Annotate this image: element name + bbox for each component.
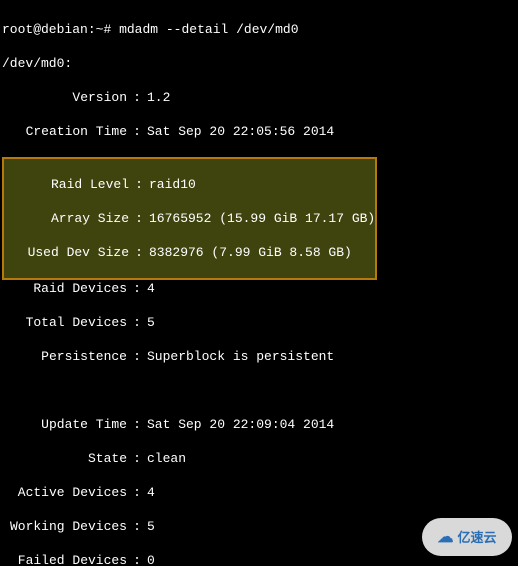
field-active-devices: Active Devices:4	[2, 484, 516, 501]
field-update-time: Update Time:Sat Sep 20 22:09:04 2014	[2, 416, 516, 433]
terminal-output[interactable]: root@debian:~# mdadm --detail /dev/md0 /…	[0, 0, 518, 566]
field-raid-devices: Raid Devices:4	[2, 280, 516, 297]
field-failed-devices: Failed Devices:0	[2, 552, 516, 566]
blank-line	[2, 382, 516, 399]
field-version: Version:1.2	[2, 89, 516, 106]
field-working-devices: Working Devices:5	[2, 518, 516, 535]
field-state: State:clean	[2, 450, 516, 467]
field-used-dev-size: Used Dev Size:8382976 (7.99 GiB 8.58 GB)	[4, 244, 375, 261]
prompt-user-host: root@debian:~#	[2, 22, 111, 37]
device-header: /dev/md0:	[2, 55, 516, 72]
prompt-line: root@debian:~# mdadm --detail /dev/md0	[2, 21, 516, 38]
field-array-size: Array Size:16765952 (15.99 GiB 17.17 GB)	[4, 210, 375, 227]
field-creation-time: Creation Time:Sat Sep 20 22:05:56 2014	[2, 123, 516, 140]
field-total-devices: Total Devices:5	[2, 314, 516, 331]
command-text: mdadm --detail /dev/md0	[119, 22, 298, 37]
raid-highlight-box: Raid Level:raid10 Array Size:16765952 (1…	[2, 157, 377, 280]
field-raid-level: Raid Level:raid10	[4, 176, 375, 193]
field-persistence: Persistence:Superblock is persistent	[2, 348, 516, 365]
